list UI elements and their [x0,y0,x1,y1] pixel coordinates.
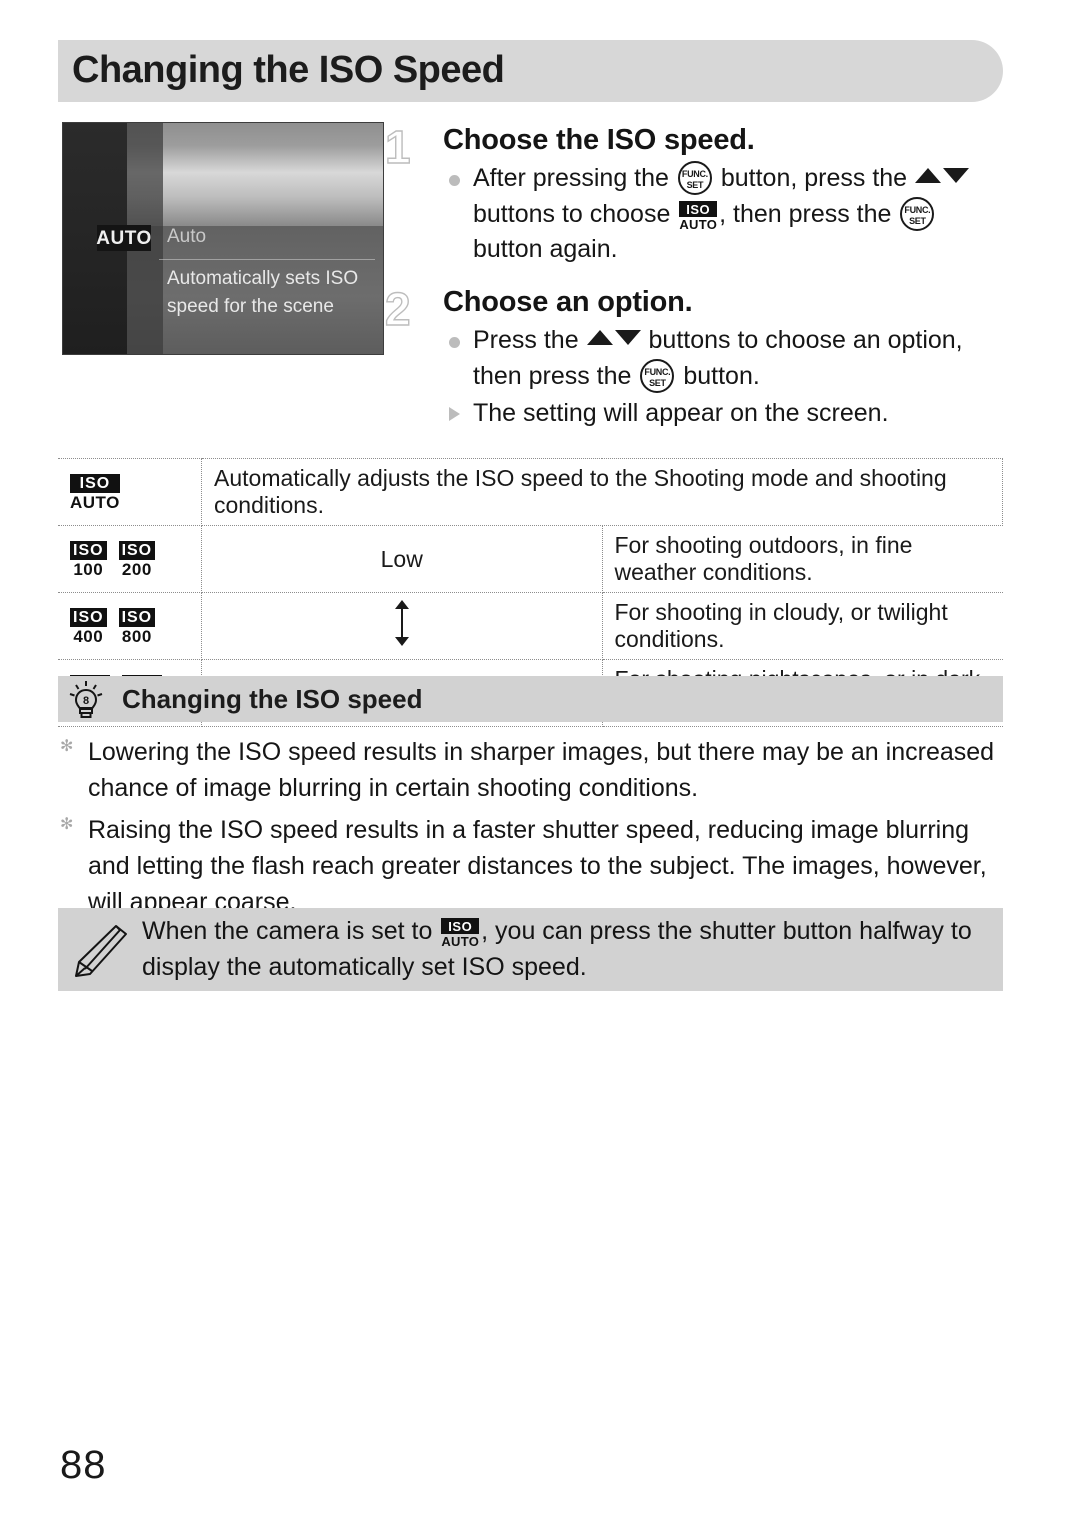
row-icons-cell: ISO 400 ISO 800 [58,592,202,660]
instruction-steps: 1 Choose the ISO speed. After pressing t… [384,121,1000,442]
up-arrow-icon [586,330,613,346]
camera-screen-illustration: AUTO Auto Automatically sets ISO speed f… [62,122,384,355]
func-set-bottom-label: SET [909,215,926,226]
row-level-cell: Low [201,525,603,593]
func-set-top-label: FUNC. [681,169,708,180]
iso-icon-top-label: ISO [70,473,120,493]
icon-group: ISO 400 ISO 800 [66,607,193,646]
iso-icon-top-label: ISO [118,540,156,560]
iso-icon-bottom-label: AUTO [679,216,718,232]
pencil-icon [68,920,134,980]
screen-auto-label: Auto [167,226,207,247]
tip-item: Raising the ISO speed results in a faste… [58,812,1008,920]
text-fragment: , then press the [719,199,899,228]
step-2-heading: Choose an option. [443,285,693,318]
step-1-heading: Choose the ISO speed. [443,124,755,156]
text-fragment: The setting will appear on the screen. [473,399,889,428]
row-icons-cell: ISO AUTO [58,458,202,526]
text-fragment: Press the [473,326,586,355]
text-fragment: After pressing the [473,164,676,193]
icon-group: ISO AUTO [66,473,193,512]
func-set-top-label: FUNC. [904,204,931,215]
func-set-bottom-label: SET [649,377,666,388]
iso-icon-top-label: ISO [118,607,156,627]
iso-icon-bottom-label: 800 [121,626,152,646]
text-fragment: buttons to choose [473,199,678,228]
iso-800-icon: ISO 800 [118,607,156,646]
iso-icon-top-label: ISO [70,540,107,560]
step-2-line-2: The setting will appear on the screen. [443,396,1000,432]
row-level-cell [201,592,603,660]
manual-page: Changing the ISO Speed AUTO Auto Automat… [0,0,1080,1521]
arrow-head-down [394,637,409,646]
row-description-cell: For shooting outdoors, in fine weather c… [602,525,1003,593]
iso-icon-bottom-label: 400 [73,626,104,646]
arrow-head-up [394,600,409,609]
func-set-bottom-label: SET [686,180,704,191]
step-2-body: Choose an option. Press the buttons to c… [385,286,1000,432]
step-1-body: Choose the ISO speed. After pressing the… [385,124,1000,268]
iso-100-icon: ISO 100 [70,540,107,579]
iso-400-icon: ISO 400 [70,607,107,646]
svg-text:8: 8 [83,695,89,707]
iso-auto-icon: ISO AUTO [70,473,120,512]
step-1-number: 1 [384,121,411,173]
iso-icon-top-label: ISO [70,607,107,627]
lightbulb-icon: 8 [64,677,108,721]
func-set-button-icon: FUNC. SET [900,196,935,231]
note-box: When the camera is set to ISO AUTO, you c… [58,908,1003,991]
arrow-stem [400,606,403,640]
step-2: 2 Choose an option. Press the buttons to… [384,282,1000,432]
iso-icon-bottom-label: 200 [121,559,152,579]
text-fragment: button, press the [713,164,915,193]
row-description-cell: For shooting in cloudy, or twilight cond… [602,592,1003,660]
table-row: ISO 400 ISO 800 For shooting in cloudy, … [58,592,1003,660]
iso-icon-bottom-label: AUTO [441,934,480,949]
screen-divider [159,259,375,260]
iso-auto-icon: ISO AUTO [679,200,718,232]
func-set-top-label: FUNC. [644,366,671,377]
table-row: ISO AUTO Automatically adjusts the ISO s… [58,458,1003,526]
iso-icon-top-label: ISO [679,200,718,217]
text-fragment: button again. [473,235,618,264]
note-text: When the camera is set to ISO AUTO, you c… [134,914,1003,985]
step-1-line-1: After pressing the FUNC. SET button, pres… [443,161,1000,268]
tip-list: Lowering the ISO speed results in sharpe… [58,734,1008,920]
step-2-line-1: Press the buttons to choose an option, t… [443,323,1000,394]
down-arrow-icon [943,168,970,184]
text-fragment: button. [676,361,760,390]
tip-box-body: Lowering the ISO speed results in sharpe… [58,734,1008,926]
down-arrow-icon [614,330,641,346]
func-set-button-icon: FUNC. SET [677,161,712,196]
step-2-list: Press the buttons to choose an option, t… [443,323,1000,432]
text-fragment: When the camera is set to [142,917,440,945]
step-1: 1 Choose the ISO speed. After pressing t… [384,121,1000,268]
step-1-list: After pressing the FUNC. SET button, pres… [443,161,1000,268]
table-row: ISO 100 ISO 200 Low For shooting outdoor… [58,525,1003,593]
page-title: Changing the ISO Speed [72,49,505,91]
up-arrow-icon [915,168,942,184]
tip-box-header: 8 Changing the ISO speed [58,676,1003,722]
iso-200-icon: ISO 200 [118,540,156,579]
iso-icon-bottom-label: AUTO [70,492,120,512]
screen-auto-icon: AUTO [96,225,151,251]
icon-group: ISO 100 ISO 200 [66,540,193,579]
row-icons-cell: ISO 100 ISO 200 [58,525,202,593]
page-number: 88 [60,1443,107,1487]
step-2-number: 2 [384,282,411,335]
iso-icon-bottom-label: 100 [73,559,104,579]
func-set-button-icon: FUNC. SET [640,358,675,393]
screen-description: Automatically sets ISO speed for the sce… [167,268,359,317]
up-down-arrow-icon [392,600,412,646]
section-banner: Changing the ISO Speed [58,40,1003,102]
tip-item: Lowering the ISO speed results in sharpe… [58,734,1008,806]
iso-icon-top-label: ISO [441,918,480,934]
row-description-cell: Automatically adjusts the ISO speed to t… [201,458,1003,526]
tip-box-title: Changing the ISO speed [122,684,423,714]
iso-auto-icon: ISO AUTO [441,918,480,949]
